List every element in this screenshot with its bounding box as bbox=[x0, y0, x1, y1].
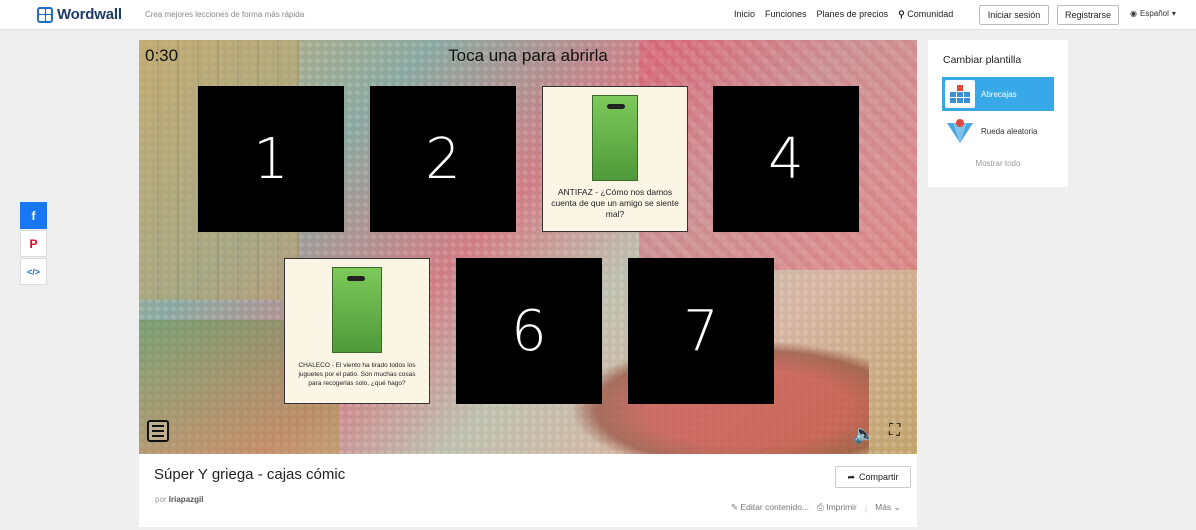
template-panel: Cambiar plantilla Abrecajas Rueda aleato… bbox=[928, 40, 1068, 187]
embed-share-button[interactable]: </> bbox=[20, 258, 47, 285]
by-prefix: por bbox=[155, 495, 167, 504]
template-rueda-label: Rueda aleatoria bbox=[981, 126, 1038, 136]
language-label: Español bbox=[1139, 9, 1169, 18]
main-nav: Inicio Funciones Planes de precios ⚲ Com… bbox=[734, 9, 953, 20]
print-label: Imprimir bbox=[826, 502, 857, 512]
top-navigation-bar: Wordwall Crea mejores lecciones de forma… bbox=[0, 0, 1196, 30]
divider: | bbox=[864, 502, 868, 513]
pencil-icon: ✎ bbox=[731, 502, 739, 512]
template-abrecajas[interactable]: Abrecajas bbox=[942, 77, 1054, 111]
box-6[interactable]: 6 bbox=[456, 258, 602, 404]
hero-illustration bbox=[592, 95, 638, 181]
box-2[interactable]: 2 bbox=[370, 86, 516, 232]
nav-link-planes[interactable]: Planes de precios bbox=[817, 9, 889, 20]
nav-link-comunidad[interactable]: ⚲ Comunidad bbox=[898, 9, 953, 20]
box-5-text: CHALECO - El viento ha tirado todos los … bbox=[298, 362, 416, 387]
facebook-icon: f bbox=[31, 208, 36, 223]
game-prompt: Toca una para abrirla bbox=[448, 46, 608, 65]
menu-icon[interactable] bbox=[147, 420, 169, 442]
box-4[interactable]: 4 bbox=[713, 86, 859, 232]
pinterest-icon: P bbox=[29, 236, 38, 251]
chevron-down-icon: ▾ bbox=[1171, 9, 1176, 18]
search-icon: ⚲ bbox=[898, 9, 905, 19]
box-5-opened: CHALECO - El viento ha tirado todos los … bbox=[284, 258, 430, 404]
box-7[interactable]: 7 bbox=[628, 258, 774, 404]
share-button[interactable]: ➦ Compartir bbox=[835, 466, 911, 488]
template-panel-title: Cambiar plantilla bbox=[943, 54, 1022, 66]
random-wheel-icon bbox=[945, 117, 975, 145]
facebook-share-button[interactable]: f bbox=[20, 202, 47, 229]
printer-icon: ⎙ bbox=[817, 502, 824, 512]
register-button[interactable]: Registrarse bbox=[1057, 5, 1119, 25]
author-link[interactable]: Iriapazgil bbox=[169, 495, 204, 504]
share-button-label: Compartir bbox=[859, 472, 899, 482]
edit-content-link[interactable]: ✎ Editar contenido... bbox=[731, 502, 809, 513]
nav-link-funciones[interactable]: Funciones bbox=[765, 9, 807, 20]
template-rueda-aleatoria[interactable]: Rueda aleatoria bbox=[942, 114, 1054, 148]
print-link[interactable]: ⎙ Imprimir bbox=[817, 502, 857, 513]
tagline: Crea mejores lecciones de forma más rápi… bbox=[145, 10, 305, 19]
hero-illustration bbox=[332, 267, 382, 353]
show-all-link[interactable]: Mostrar todo bbox=[928, 159, 1068, 168]
language-selector[interactable]: ◉ Español ▾ bbox=[1130, 9, 1176, 18]
chevron-down-icon: ⌄ bbox=[893, 502, 901, 512]
activity-title: Súper Y griega - cajas cómic bbox=[154, 466, 346, 483]
activity-actions: ✎ Editar contenido... ⎙ Imprimir | Más ⌄ bbox=[731, 502, 901, 513]
more-label: Más bbox=[875, 502, 892, 512]
wordwall-logo-icon bbox=[37, 6, 53, 23]
box-3-opened: ANTIFAZ - ¿Cómo nos damos cuenta de que … bbox=[542, 86, 688, 232]
template-abrecajas-label: Abrecajas bbox=[981, 89, 1017, 99]
author-line: por Iriapazgil bbox=[155, 495, 203, 504]
globe-icon: ◉ bbox=[1130, 9, 1137, 18]
login-button[interactable]: Iniciar sesión bbox=[979, 5, 1049, 25]
share-arrow-icon: ➦ bbox=[847, 471, 856, 482]
wordwall-logo[interactable]: Wordwall bbox=[37, 6, 122, 23]
fullscreen-icon[interactable]: ⛶ bbox=[889, 422, 900, 440]
box-1[interactable]: 1 bbox=[198, 86, 344, 232]
brand-name: Wordwall bbox=[57, 6, 122, 23]
embed-icon: </> bbox=[26, 266, 40, 277]
box-3-text: ANTIFAZ - ¿Cómo nos damos cuenta de que … bbox=[551, 187, 679, 219]
game-stage: 0:30 Toca una para abrirla 1 2 ANTIFAZ -… bbox=[139, 40, 917, 454]
sound-icon[interactable]: 🔈 bbox=[853, 424, 875, 445]
pinterest-share-button[interactable]: P bbox=[20, 230, 47, 257]
edit-content-label: Editar contenido... bbox=[740, 502, 810, 512]
more-menu[interactable]: Más ⌄ bbox=[875, 502, 901, 513]
open-box-icon bbox=[945, 80, 975, 108]
nav-link-comunidad-label: Comunidad bbox=[907, 9, 954, 19]
nav-link-inicio[interactable]: Inicio bbox=[734, 9, 755, 20]
activity-info: Súper Y griega - cajas cómic por Iriapaz… bbox=[139, 454, 917, 527]
